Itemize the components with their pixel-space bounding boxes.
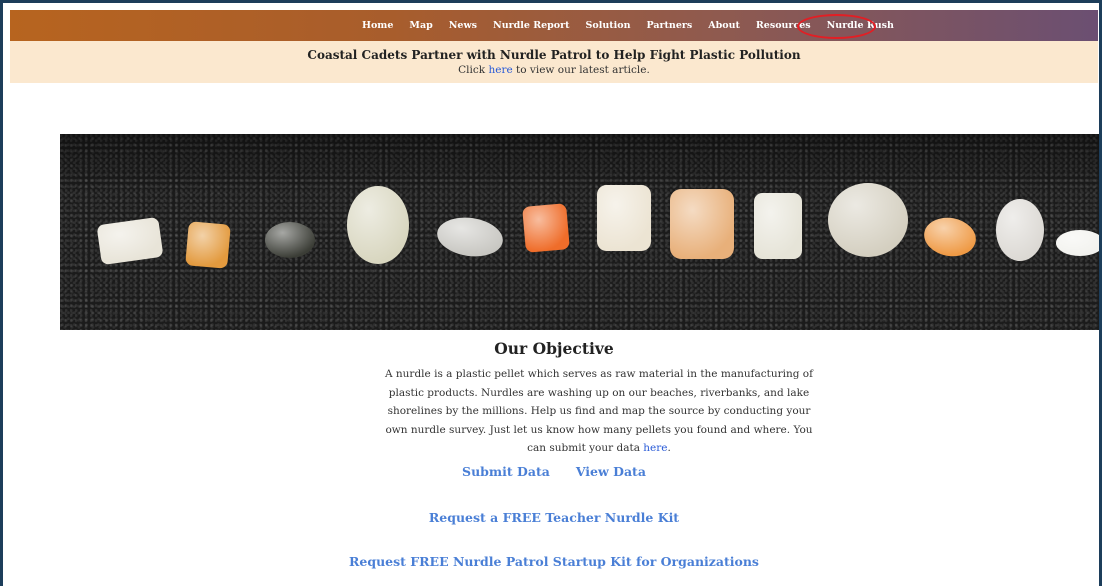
nav-item-news[interactable]: News [449, 20, 477, 31]
announcement-banner: Coastal Cadets Partner with Nurdle Patro… [10, 41, 1098, 83]
top-navbar: Home Map News Nurdle Report Solution Par… [10, 10, 1098, 41]
pellet-shine [924, 217, 976, 257]
pellet-group [97, 183, 1099, 269]
pellet-shine [185, 221, 231, 269]
data-links-row: Submit Data View Data [3, 464, 1099, 479]
view-data-link[interactable]: View Data [576, 464, 646, 479]
objective-end: . [667, 442, 671, 454]
banner-subtext: Click here to view our latest article. [10, 64, 1098, 76]
pellet-shine [597, 185, 651, 251]
nav-item-resources[interactable]: Resources [756, 20, 811, 31]
objective-title: Our Objective [494, 339, 614, 358]
pellet-shine [347, 186, 409, 264]
nav-menu: Home Map News Nurdle Report Solution Par… [362, 10, 910, 41]
objective-text: A nurdle is a plastic pellet which serve… [383, 365, 815, 458]
hero-image [60, 134, 1099, 330]
pellet-shine [265, 222, 315, 258]
banner-sub-suffix: to view our latest article. [512, 64, 650, 76]
org-kit-row: Request FREE Nurdle Patrol Startup Kit f… [3, 554, 1099, 569]
pellet-shine [996, 199, 1044, 261]
banner-sub-prefix: Click [458, 64, 489, 76]
banner-headline: Coastal Cadets Partner with Nurdle Patro… [307, 48, 801, 62]
nurdle-pellets [97, 183, 1099, 269]
objective-body: A nurdle is a plastic pellet which serve… [384, 368, 814, 454]
pellet-shine [670, 189, 734, 259]
teacher-kit-link[interactable]: Request a FREE Teacher Nurdle Kit [429, 510, 679, 525]
nav-item-nurdle-rush[interactable]: Nurdle Rush [827, 20, 894, 31]
pellet-shine [754, 193, 802, 259]
nav-item-map[interactable]: Map [409, 20, 432, 31]
pellet-shine [437, 217, 503, 257]
submit-data-link[interactable]: Submit Data [462, 464, 550, 479]
nav-item-nurdle-report[interactable]: Nurdle Report [493, 20, 570, 31]
pellet-shine [97, 217, 163, 265]
pellet-shine [1056, 230, 1099, 256]
banner-article-link[interactable]: here [488, 64, 512, 76]
teacher-kit-row: Request a FREE Teacher Nurdle Kit [3, 510, 1099, 525]
nav-item-solution[interactable]: Solution [586, 20, 631, 31]
pellet-shine [522, 203, 570, 253]
org-kit-link[interactable]: Request FREE Nurdle Patrol Startup Kit f… [349, 554, 759, 569]
nav-item-home[interactable]: Home [362, 20, 393, 31]
submit-data-inline-link[interactable]: here [643, 442, 667, 454]
nav-item-partners[interactable]: Partners [647, 20, 693, 31]
pellet-shine [828, 183, 908, 257]
nav-item-about[interactable]: About [708, 20, 740, 31]
page-frame: Home Map News Nurdle Report Solution Par… [0, 0, 1102, 586]
